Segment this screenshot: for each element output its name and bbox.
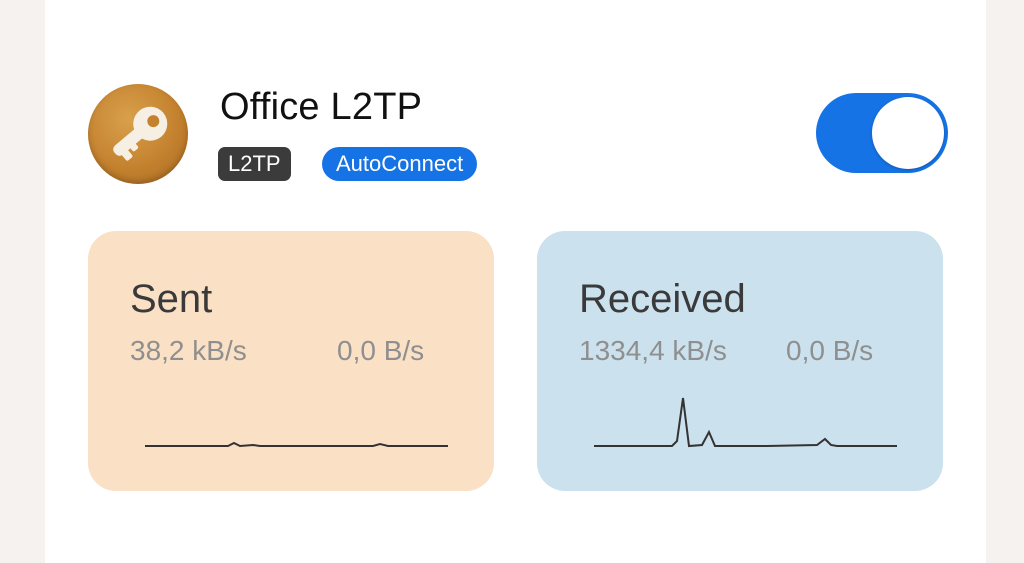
received-sparkline bbox=[594, 397, 897, 448]
received-card: Received 1334,4 kB/s 0,0 B/s bbox=[537, 231, 943, 491]
connection-title: Office L2TP bbox=[220, 86, 423, 128]
autoconnect-badge: AutoConnect bbox=[322, 147, 478, 181]
connection-toggle[interactable] bbox=[816, 93, 948, 173]
toggle-knob bbox=[872, 97, 944, 169]
key-icon bbox=[88, 84, 188, 184]
type-badge: L2TP bbox=[218, 147, 291, 181]
sent-card: Sent 38,2 kB/s 0,0 B/s bbox=[88, 231, 494, 491]
sent-sparkline bbox=[145, 441, 448, 448]
